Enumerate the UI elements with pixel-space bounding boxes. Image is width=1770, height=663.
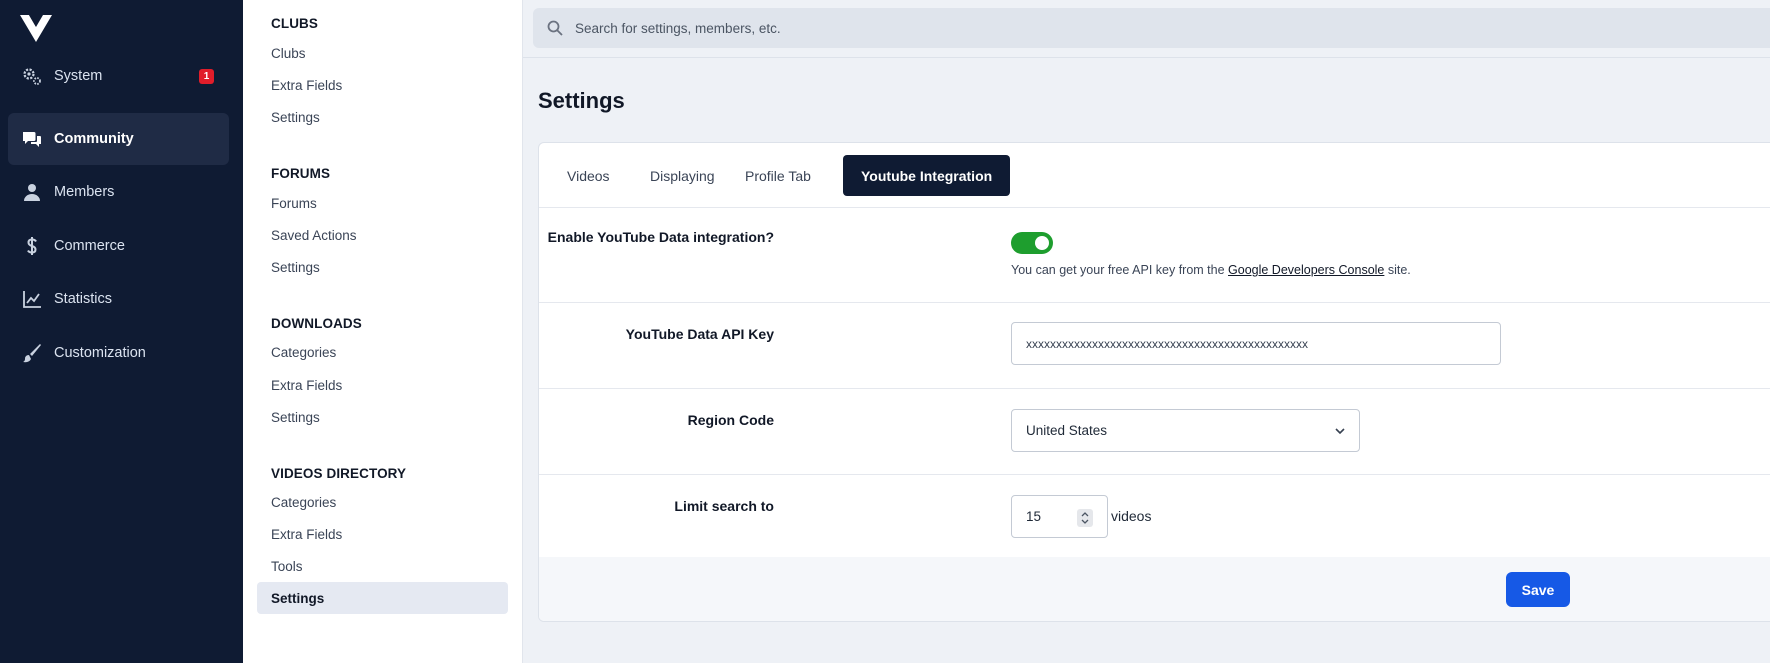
section-title-clubs: CLUBS bbox=[271, 16, 318, 31]
nav-item-community[interactable]: Community bbox=[8, 113, 229, 165]
subnav-item-forums-settings[interactable]: Settings bbox=[257, 251, 508, 283]
hint-text-after: site. bbox=[1384, 263, 1411, 277]
nav-label: Community bbox=[54, 131, 134, 147]
subnav-item-downloads-extra-fields[interactable]: Extra Fields bbox=[257, 369, 508, 401]
enable-youtube-toggle[interactable] bbox=[1011, 232, 1053, 254]
subnav-item-clubs-settings[interactable]: Settings bbox=[257, 101, 508, 133]
region-code-label: Region Code bbox=[687, 412, 774, 428]
limit-search-label: Limit search to bbox=[674, 498, 774, 514]
primary-sidebar: System 1 Community Members Commerce Stat… bbox=[0, 0, 243, 663]
enable-youtube-label: Enable YouTube Data integration? bbox=[547, 229, 774, 245]
subnav-item-forums[interactable]: Forums bbox=[257, 187, 508, 219]
save-button[interactable]: Save bbox=[1506, 572, 1570, 607]
user-icon bbox=[22, 182, 42, 202]
dollar-icon bbox=[22, 236, 42, 256]
chat-bubbles-icon bbox=[22, 129, 42, 149]
nav-item-statistics[interactable]: Statistics bbox=[8, 273, 229, 325]
region-code-value: United States bbox=[1026, 423, 1108, 438]
section-title-downloads: DOWNLOADS bbox=[271, 316, 362, 331]
api-key-input[interactable] bbox=[1011, 322, 1501, 365]
secondary-sidebar: CLUBS Clubs Extra Fields Settings FORUMS… bbox=[243, 0, 523, 663]
settings-card: Videos Displaying Profile Tab Youtube In… bbox=[538, 142, 1770, 622]
search-input[interactable] bbox=[575, 20, 1675, 36]
subnav-item-videos-settings[interactable]: Settings bbox=[257, 582, 508, 614]
form-row-enable-youtube: Enable YouTube Data integration? You can… bbox=[539, 208, 1770, 303]
subnav-item-downloads-settings[interactable]: Settings bbox=[257, 401, 508, 433]
chevron-down-icon bbox=[1335, 428, 1345, 435]
search-icon bbox=[547, 20, 563, 36]
subnav-item-downloads-categories[interactable]: Categories bbox=[257, 336, 508, 368]
nav-item-customization[interactable]: Customization bbox=[8, 327, 229, 379]
tab-youtube-integration[interactable]: Youtube Integration bbox=[843, 155, 1011, 196]
limit-unit-label: videos bbox=[1111, 508, 1152, 524]
subnav-item-saved-actions[interactable]: Saved Actions bbox=[257, 219, 508, 251]
up-down-arrows-icon bbox=[1081, 512, 1089, 524]
google-developers-console-link[interactable]: Google Developers Console bbox=[1228, 263, 1384, 277]
subnav-item-videos-categories[interactable]: Categories bbox=[257, 486, 508, 518]
toggle-knob bbox=[1035, 236, 1049, 250]
limit-search-stepper[interactable]: 15 bbox=[1011, 495, 1108, 538]
tab-profile-tab[interactable]: Profile Tab bbox=[727, 155, 829, 196]
subnav-item-videos-extra-fields[interactable]: Extra Fields bbox=[257, 518, 508, 550]
region-code-select[interactable]: United States bbox=[1011, 409, 1360, 452]
page-title: Settings bbox=[538, 88, 625, 113]
form-row-limit: Limit search to 15 videos bbox=[539, 475, 1770, 557]
line-chart-icon bbox=[22, 289, 42, 309]
stepper-arrows[interactable] bbox=[1077, 509, 1093, 527]
search-bar[interactable] bbox=[533, 8, 1770, 48]
api-key-label: YouTube Data API Key bbox=[625, 326, 774, 342]
form-footer: Save bbox=[539, 557, 1770, 621]
nav-item-members[interactable]: Members bbox=[8, 166, 229, 218]
nav-label: Members bbox=[54, 184, 115, 200]
gears-icon bbox=[22, 66, 42, 86]
tab-bar: Videos Displaying Profile Tab Youtube In… bbox=[539, 143, 1770, 208]
api-key-hint: You can get your free API key from the G… bbox=[1011, 263, 1411, 277]
tab-videos[interactable]: Videos bbox=[549, 155, 628, 196]
brush-icon bbox=[22, 343, 42, 363]
top-bar bbox=[523, 0, 1770, 58]
nav-label: Customization bbox=[54, 345, 146, 361]
form-row-api-key: YouTube Data API Key bbox=[539, 303, 1770, 389]
nav-label: Statistics bbox=[54, 291, 113, 307]
hint-text-before: You can get your free API key from the bbox=[1011, 263, 1229, 277]
section-title-forums: FORUMS bbox=[271, 166, 331, 181]
nav-label: System bbox=[54, 68, 103, 84]
tab-displaying[interactable]: Displaying bbox=[632, 155, 733, 196]
limit-search-value: 15 bbox=[1026, 509, 1042, 524]
section-title-videos-directory: VIDEOS DIRECTORY bbox=[271, 466, 407, 481]
nav-item-system[interactable]: System 1 bbox=[8, 50, 229, 102]
notification-badge: 1 bbox=[199, 69, 214, 84]
subnav-item-clubs[interactable]: Clubs bbox=[257, 37, 508, 69]
subnav-item-clubs-extra-fields[interactable]: Extra Fields bbox=[257, 69, 508, 101]
logo[interactable] bbox=[20, 13, 52, 43]
form-row-region: Region Code United States bbox=[539, 389, 1770, 475]
nav-label: Commerce bbox=[54, 238, 125, 254]
subnav-item-videos-tools[interactable]: Tools bbox=[257, 550, 508, 582]
nav-item-commerce[interactable]: Commerce bbox=[8, 220, 229, 272]
